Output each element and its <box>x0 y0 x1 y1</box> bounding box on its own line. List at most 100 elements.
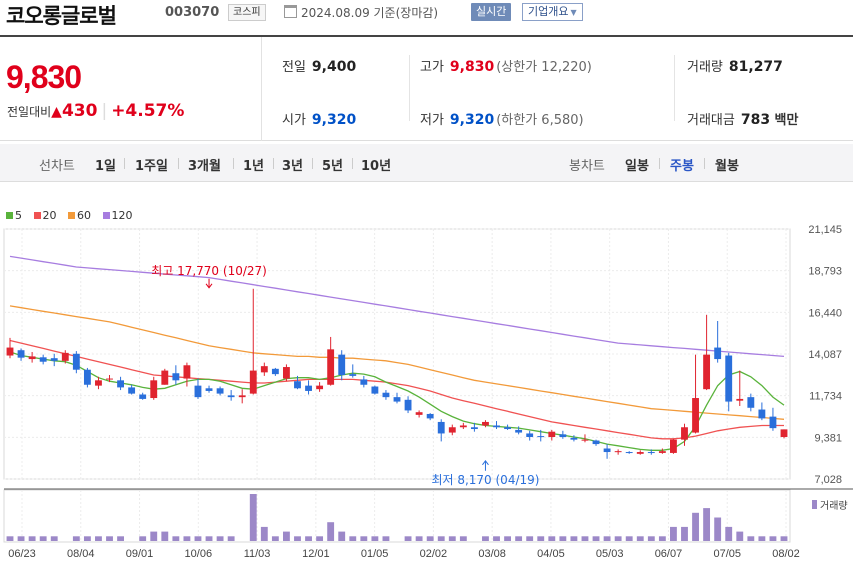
candle-body <box>371 386 379 394</box>
x-tick-label: 11/03 <box>244 548 271 560</box>
candle-body <box>393 397 401 402</box>
volume-legend-swatch <box>812 500 817 509</box>
volume-bar <box>205 536 213 541</box>
volume-bar <box>28 536 36 541</box>
candle-body <box>283 367 290 379</box>
candle-body <box>725 355 733 402</box>
volume-bar <box>625 536 633 541</box>
volume-bar <box>227 536 235 541</box>
volume-bar <box>338 531 346 541</box>
candle-body <box>526 433 534 437</box>
candle-body <box>448 427 456 433</box>
candle-body <box>780 429 788 437</box>
volume-bar <box>747 536 755 541</box>
volume-bar <box>150 531 158 541</box>
volume-bar <box>459 536 467 541</box>
ma20-line <box>9 339 784 440</box>
volume-bar <box>271 536 279 541</box>
candle-body <box>548 431 556 437</box>
volume-bar <box>426 536 434 541</box>
candle-body <box>271 368 279 375</box>
x-tick-label: 08/04 <box>67 548 95 560</box>
candle-body <box>703 354 711 390</box>
volume-bar <box>548 536 556 541</box>
candle-body <box>404 399 412 411</box>
candle-body <box>758 409 766 419</box>
candle-body <box>227 395 235 398</box>
volume-bar <box>681 526 688 541</box>
candle-body <box>327 349 335 385</box>
volume-bar <box>305 536 312 541</box>
volume-bar <box>493 536 500 541</box>
x-tick-label: 04/05 <box>537 548 565 560</box>
candle-body <box>426 413 434 419</box>
volume-bar <box>382 536 390 541</box>
candle-body <box>736 398 744 401</box>
candle-body <box>260 366 268 373</box>
volume-bar <box>636 536 644 541</box>
volume-bar <box>504 536 511 541</box>
volume-bar <box>106 536 113 541</box>
candle-body <box>658 451 666 453</box>
candle-body <box>603 448 611 453</box>
candle-body <box>681 427 688 440</box>
volume-bar <box>216 536 224 541</box>
volume-bar <box>780 536 788 541</box>
volume-bar <box>283 531 290 541</box>
candle-body <box>128 387 136 394</box>
y-tick-label: 14,087 <box>808 349 842 361</box>
volume-bar <box>161 531 169 541</box>
x-tick-label: 05/03 <box>596 548 624 560</box>
candle-body <box>625 452 633 454</box>
volume-bar <box>603 536 611 541</box>
candle-body <box>470 427 478 430</box>
volume-bar <box>349 536 357 541</box>
volume-bar <box>614 536 622 541</box>
volume-bar <box>581 536 589 541</box>
volume-bar <box>703 508 711 541</box>
y-tick-label: 9,381 <box>814 432 842 444</box>
candle-body <box>537 436 545 438</box>
volume-bar <box>714 517 722 541</box>
volume-bar <box>736 531 744 541</box>
volume-bar <box>570 536 578 541</box>
volume-bar <box>327 522 335 541</box>
candle-body <box>692 398 699 433</box>
candle-body <box>559 434 567 437</box>
volume-bar <box>139 536 147 541</box>
candle-body <box>95 380 102 386</box>
x-tick-label: 10/06 <box>185 548 213 560</box>
high-annotation-label: 최고 17,770 (10/27) <box>151 264 267 278</box>
price-chart[interactable]: 21,145 18,793 16,440 14,087 11,734 9,381 7,028… <box>0 0 853 562</box>
volume-bar <box>415 536 423 541</box>
volume-bar <box>658 536 666 541</box>
candle-body <box>28 356 36 360</box>
volume-bar <box>725 526 733 541</box>
candle-body <box>747 397 755 408</box>
x-tick-label: 02/02 <box>420 548 448 560</box>
candle-body <box>349 374 357 376</box>
candle-body <box>504 427 511 430</box>
x-tick-label: 07/05 <box>713 548 741 560</box>
candle-body <box>294 381 301 389</box>
volume-bar <box>95 536 102 541</box>
volume-bar <box>437 536 445 541</box>
candle-body <box>61 352 69 361</box>
volume-bar <box>72 536 80 541</box>
candle-body <box>581 439 589 441</box>
candle-body <box>482 421 489 426</box>
volume-bar <box>117 536 124 541</box>
volume-bar <box>482 536 489 541</box>
volume-bar <box>758 536 766 541</box>
x-tick-label: 12/01 <box>302 548 330 560</box>
candle-body <box>39 357 47 362</box>
candle-body <box>437 421 445 434</box>
volume-bar <box>249 494 257 541</box>
volume-bar <box>559 536 567 541</box>
candle-body <box>415 412 423 415</box>
candle-body <box>249 370 257 394</box>
volume-bar <box>316 536 324 541</box>
volume-bar <box>194 536 202 541</box>
candle-body <box>50 358 58 361</box>
candle-body <box>647 452 655 454</box>
